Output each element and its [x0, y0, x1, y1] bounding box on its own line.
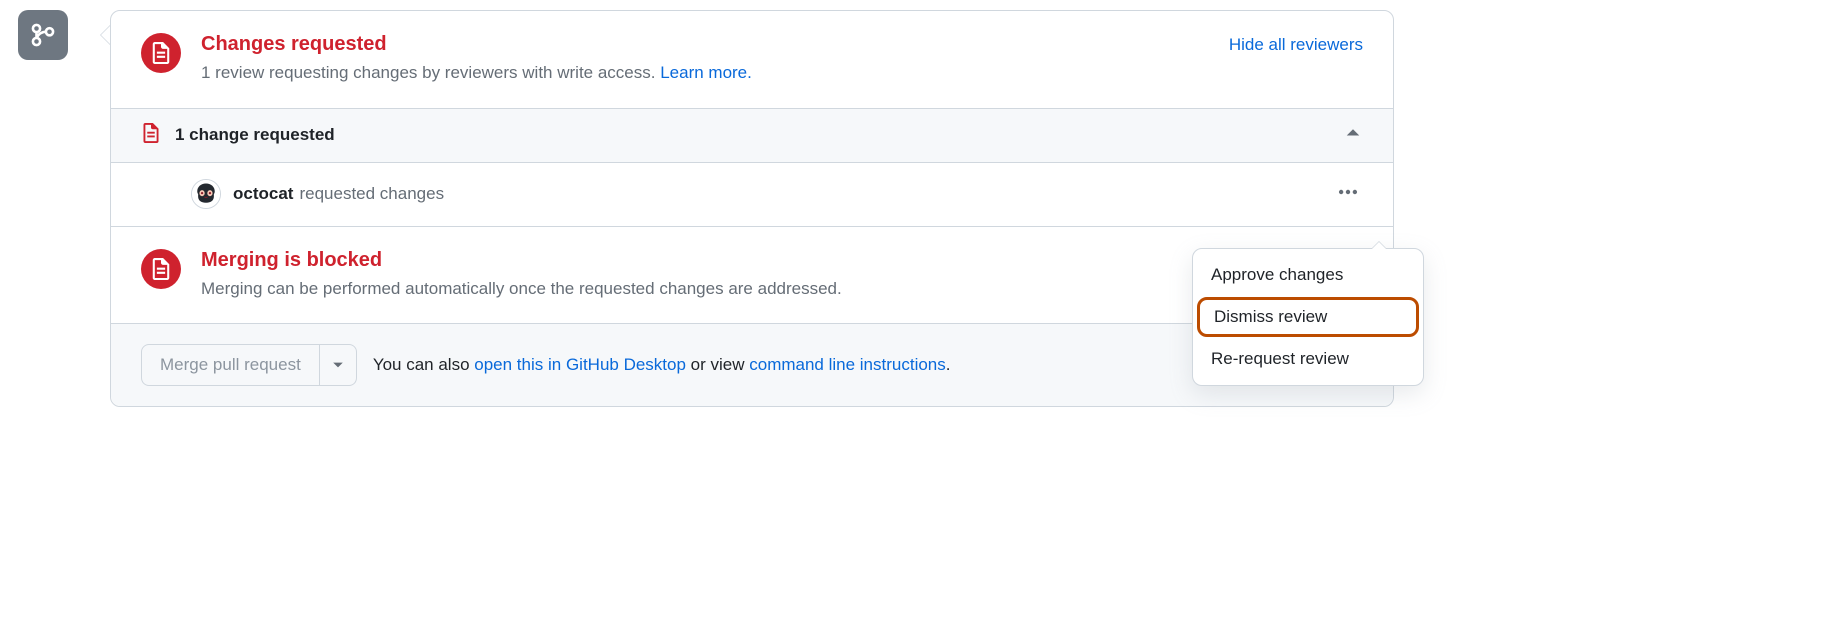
file-diff-icon [141, 123, 161, 148]
file-diff-icon [150, 42, 172, 64]
file-diff-icon [150, 258, 172, 280]
merge-help-text: You can also open this in GitHub Desktop… [373, 355, 951, 375]
open-in-desktop-link[interactable]: open this in GitHub Desktop [474, 355, 686, 374]
merge-pull-request-button[interactable]: Merge pull request [141, 344, 320, 386]
approve-changes-item[interactable]: Approve changes [1193, 255, 1423, 295]
triangle-down-icon [332, 359, 344, 371]
merge-button-group: Merge pull request [141, 344, 357, 386]
timeline-branch-badge [18, 10, 68, 60]
re-request-review-item[interactable]: Re-request review [1193, 339, 1423, 379]
changes-requested-badge [141, 33, 181, 73]
chevron-up-icon [1343, 123, 1363, 148]
dropdown-caret [1371, 241, 1387, 249]
review-actions-kebab[interactable] [1333, 177, 1363, 212]
kebab-icon [1337, 181, 1359, 203]
hide-all-reviewers-link[interactable]: Hide all reviewers [1229, 35, 1363, 55]
merge-options-dropdown-button[interactable] [320, 344, 357, 386]
merging-blocked-badge [141, 249, 181, 289]
git-branch-icon [30, 22, 56, 48]
command-line-instructions-link[interactable]: command line instructions [749, 355, 946, 374]
merging-blocked-title: Merging is blocked [201, 249, 1363, 272]
octocat-avatar-icon [192, 180, 220, 208]
review-summary-label: 1 change requested [175, 125, 335, 145]
changes-requested-subtext: 1 review requesting changes by reviewers… [201, 60, 1363, 86]
reviewer-row: octocat requested changes [111, 162, 1393, 226]
changes-requested-subtext-text: 1 review requesting changes by reviewers… [201, 63, 660, 82]
avatar[interactable] [191, 179, 221, 209]
changes-requested-title: Changes requested [201, 33, 387, 56]
changes-requested-section: Changes requested Hide all reviewers 1 r… [111, 11, 1393, 108]
dismiss-review-item[interactable]: Dismiss review [1197, 297, 1419, 337]
panel-arrow [100, 25, 110, 45]
review-summary-header[interactable]: 1 change requested [111, 108, 1393, 162]
reviewer-action: requested changes [299, 184, 444, 204]
review-actions-dropdown: Approve changes Dismiss review Re-reques… [1192, 248, 1424, 386]
reviewer-name[interactable]: octocat [233, 184, 293, 204]
learn-more-link[interactable]: Learn more. [660, 63, 752, 82]
merging-blocked-subtext: Merging can be performed automatically o… [201, 276, 1363, 302]
